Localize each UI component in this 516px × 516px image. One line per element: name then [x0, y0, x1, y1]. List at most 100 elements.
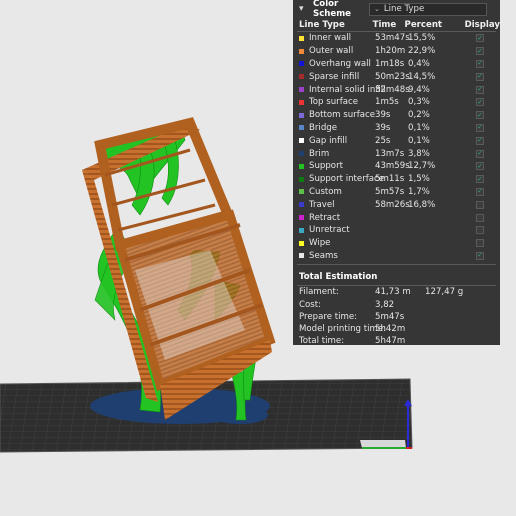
color-swatch — [299, 189, 304, 195]
display-checkbox[interactable]: ✓ — [476, 34, 484, 43]
display-checkbox[interactable] — [476, 226, 484, 235]
display-checkbox[interactable]: ✓ — [476, 123, 484, 132]
display-checkbox[interactable]: ✓ — [476, 85, 484, 94]
estimation-label: Cost: — [299, 299, 322, 310]
line-type-row: Retract — [293, 211, 500, 224]
estimation-value: 3,82 — [375, 299, 395, 310]
estimation-row: Prepare time: 5m47s — [293, 311, 500, 323]
line-type-time: 43m59s — [375, 161, 410, 172]
panel-title: Color Scheme — [313, 0, 352, 19]
estimation-value: 5h42m — [375, 324, 406, 334]
estimation-row: Total time: 5h47m — [293, 335, 500, 347]
color-swatch — [299, 176, 304, 182]
line-type-row: Wipe — [293, 237, 500, 250]
total-estimation-title: Total Estimation — [299, 272, 378, 283]
display-toggle-cell: ✓ — [470, 85, 490, 94]
display-checkbox[interactable] — [476, 239, 484, 248]
line-type-time: 53m47s — [375, 33, 410, 44]
line-type-label: Brim — [309, 148, 330, 159]
estimation-label: Filament: — [299, 287, 339, 298]
line-type-name-cell: Overhang wall — [299, 59, 375, 69]
display-checkbox[interactable]: ✓ — [476, 47, 484, 56]
line-type-percent: 22,9% — [408, 46, 436, 57]
display-checkbox[interactable]: ✓ — [476, 72, 484, 81]
line-type-row: Inner wall 53m47s 15,5% ✓ — [293, 32, 500, 45]
line-type-row: Sparse infill 50m23s 14,5% ✓ — [293, 70, 500, 83]
line-type-name-cell: Top surface — [299, 97, 375, 107]
line-type-label: Bridge — [309, 122, 338, 133]
color-scheme-select[interactable]: ⌄ Line Type — [369, 2, 487, 16]
line-type-time: 39s — [375, 110, 391, 121]
line-type-name-cell: Seams — [299, 251, 375, 261]
color-swatch — [299, 202, 304, 208]
display-checkbox[interactable]: ✓ — [476, 175, 484, 184]
color-swatch — [299, 74, 304, 80]
line-type-name-cell: Inner wall — [299, 33, 375, 43]
display-toggle-cell — [470, 213, 490, 222]
line-type-label: Seams — [309, 250, 338, 261]
estimation-label: Total time: — [299, 336, 345, 347]
line-type-row: Unretract — [293, 224, 500, 237]
line-type-name-cell: Internal solid infill — [299, 85, 386, 95]
column-display: Display — [464, 19, 500, 30]
line-type-row: Brim 13m7s 3,8% ✓ — [293, 147, 500, 160]
chevron-down-icon[interactable]: ▾ — [299, 4, 313, 14]
line-type-row: Overhang wall 1m18s 0,4% ✓ — [293, 58, 500, 71]
estimation-list: Filament: 41,73 m 127,47 g Cost: 3,82 Prepare… — [293, 286, 500, 347]
line-type-label: Bottom surface — [309, 110, 376, 121]
line-type-time: 5m11s — [375, 174, 405, 185]
display-checkbox[interactable]: ✓ — [476, 136, 484, 145]
display-checkbox[interactable]: ✓ — [476, 162, 484, 171]
chevron-down-icon: ⌄ — [374, 5, 380, 13]
line-type-time: 50m23s — [375, 71, 410, 82]
color-swatch — [299, 35, 304, 41]
line-type-time: 5m57s — [375, 186, 405, 197]
line-type-label: Travel — [309, 199, 335, 210]
display-toggle-cell: ✓ — [470, 136, 490, 145]
line-type-name-cell: Brim — [299, 149, 375, 159]
line-type-row: Seams ✓ — [293, 250, 500, 263]
line-type-label: Support interface — [309, 174, 385, 185]
display-checkbox[interactable]: ✓ — [476, 111, 484, 120]
line-type-percent: 0,4% — [408, 58, 430, 69]
line-type-name-cell: Unretract — [299, 225, 375, 235]
line-type-row: Bottom surface 39s 0,2% ✓ — [293, 109, 500, 122]
display-toggle-cell — [470, 200, 490, 209]
display-toggle-cell: ✓ — [470, 251, 490, 260]
display-toggle-cell: ✓ — [470, 72, 490, 81]
display-checkbox[interactable]: ✓ — [476, 98, 484, 107]
estimation-label: Prepare time: — [299, 311, 358, 322]
estimation-row: Filament: 41,73 m 127,47 g — [293, 286, 500, 298]
line-type-label: Gap infill — [309, 135, 348, 146]
line-type-row: Outer wall 1h20m 22,9% ✓ — [293, 45, 500, 58]
line-type-percent: 3,8% — [408, 148, 430, 159]
line-type-name-cell: Bottom surface — [299, 110, 375, 120]
display-checkbox[interactable]: ✓ — [476, 59, 484, 68]
display-checkbox[interactable]: ✓ — [476, 187, 484, 196]
estimation-value-secondary: 127,47 g — [425, 287, 464, 298]
line-type-percent: 9,4% — [408, 84, 430, 95]
line-type-label: Top surface — [309, 97, 358, 108]
column-percent: Percent — [404, 19, 443, 30]
line-type-row: Internal solid infill 32m48s 9,4% ✓ — [293, 83, 500, 96]
line-type-name-cell: Custom — [299, 187, 375, 197]
display-toggle-cell: ✓ — [470, 59, 490, 68]
line-type-time: 1h20m — [375, 46, 406, 57]
display-toggle-cell: ✓ — [470, 149, 490, 158]
color-swatch — [299, 87, 304, 93]
display-toggle-cell: ✓ — [470, 187, 490, 196]
color-swatch — [299, 61, 304, 67]
line-type-label: Inner wall — [309, 33, 352, 44]
display-checkbox[interactable]: ✓ — [476, 251, 484, 260]
color-swatch — [299, 227, 304, 233]
line-type-row: Top surface 1m5s 0,3% ✓ — [293, 96, 500, 109]
display-checkbox[interactable] — [476, 200, 484, 209]
display-toggle-cell: ✓ — [470, 111, 490, 120]
line-type-time: 1m18s — [375, 58, 405, 69]
display-checkbox[interactable] — [476, 213, 484, 222]
display-checkbox[interactable]: ✓ — [476, 149, 484, 158]
line-type-row: Gap infill 25s 0,1% ✓ — [293, 134, 500, 147]
color-scheme-panel: ▾ Color Scheme ⌄ Line Type Line Type Tim… — [293, 0, 500, 347]
section-divider — [297, 264, 496, 266]
line-type-percent: 1,5% — [408, 174, 430, 185]
